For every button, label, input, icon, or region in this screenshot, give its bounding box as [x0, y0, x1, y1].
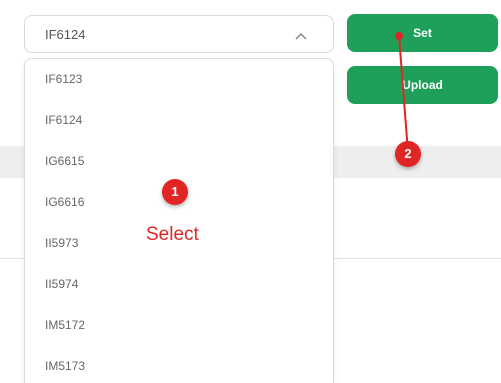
step-1-label: Select — [146, 224, 199, 245]
step-1-badge: 1 — [162, 179, 188, 205]
dropdown-list: IF6123 IF6124 IG6615 IG6616 II5973 II597… — [24, 58, 334, 383]
dropdown-option[interactable]: IM5172 — [45, 315, 85, 335]
upload-button[interactable]: Upload — [347, 66, 498, 104]
set-button[interactable]: Set — [347, 14, 498, 52]
dropdown-option[interactable]: IF6123 — [45, 69, 82, 89]
dropdown-option[interactable]: II5973 — [45, 233, 78, 253]
select-value: IF6124 — [45, 27, 86, 42]
dropdown-option[interactable]: IM5173 — [45, 356, 85, 376]
dropdown-option[interactable]: IG6616 — [45, 192, 84, 212]
chevron-up-icon — [295, 32, 307, 40]
step-2-badge: 2 — [395, 141, 421, 167]
dropdown-option[interactable]: II5974 — [45, 274, 78, 294]
dropdown-option[interactable]: IF6124 — [45, 110, 82, 130]
dropdown-option[interactable]: IG6615 — [45, 151, 84, 171]
model-select[interactable]: IF6124 — [24, 15, 334, 53]
